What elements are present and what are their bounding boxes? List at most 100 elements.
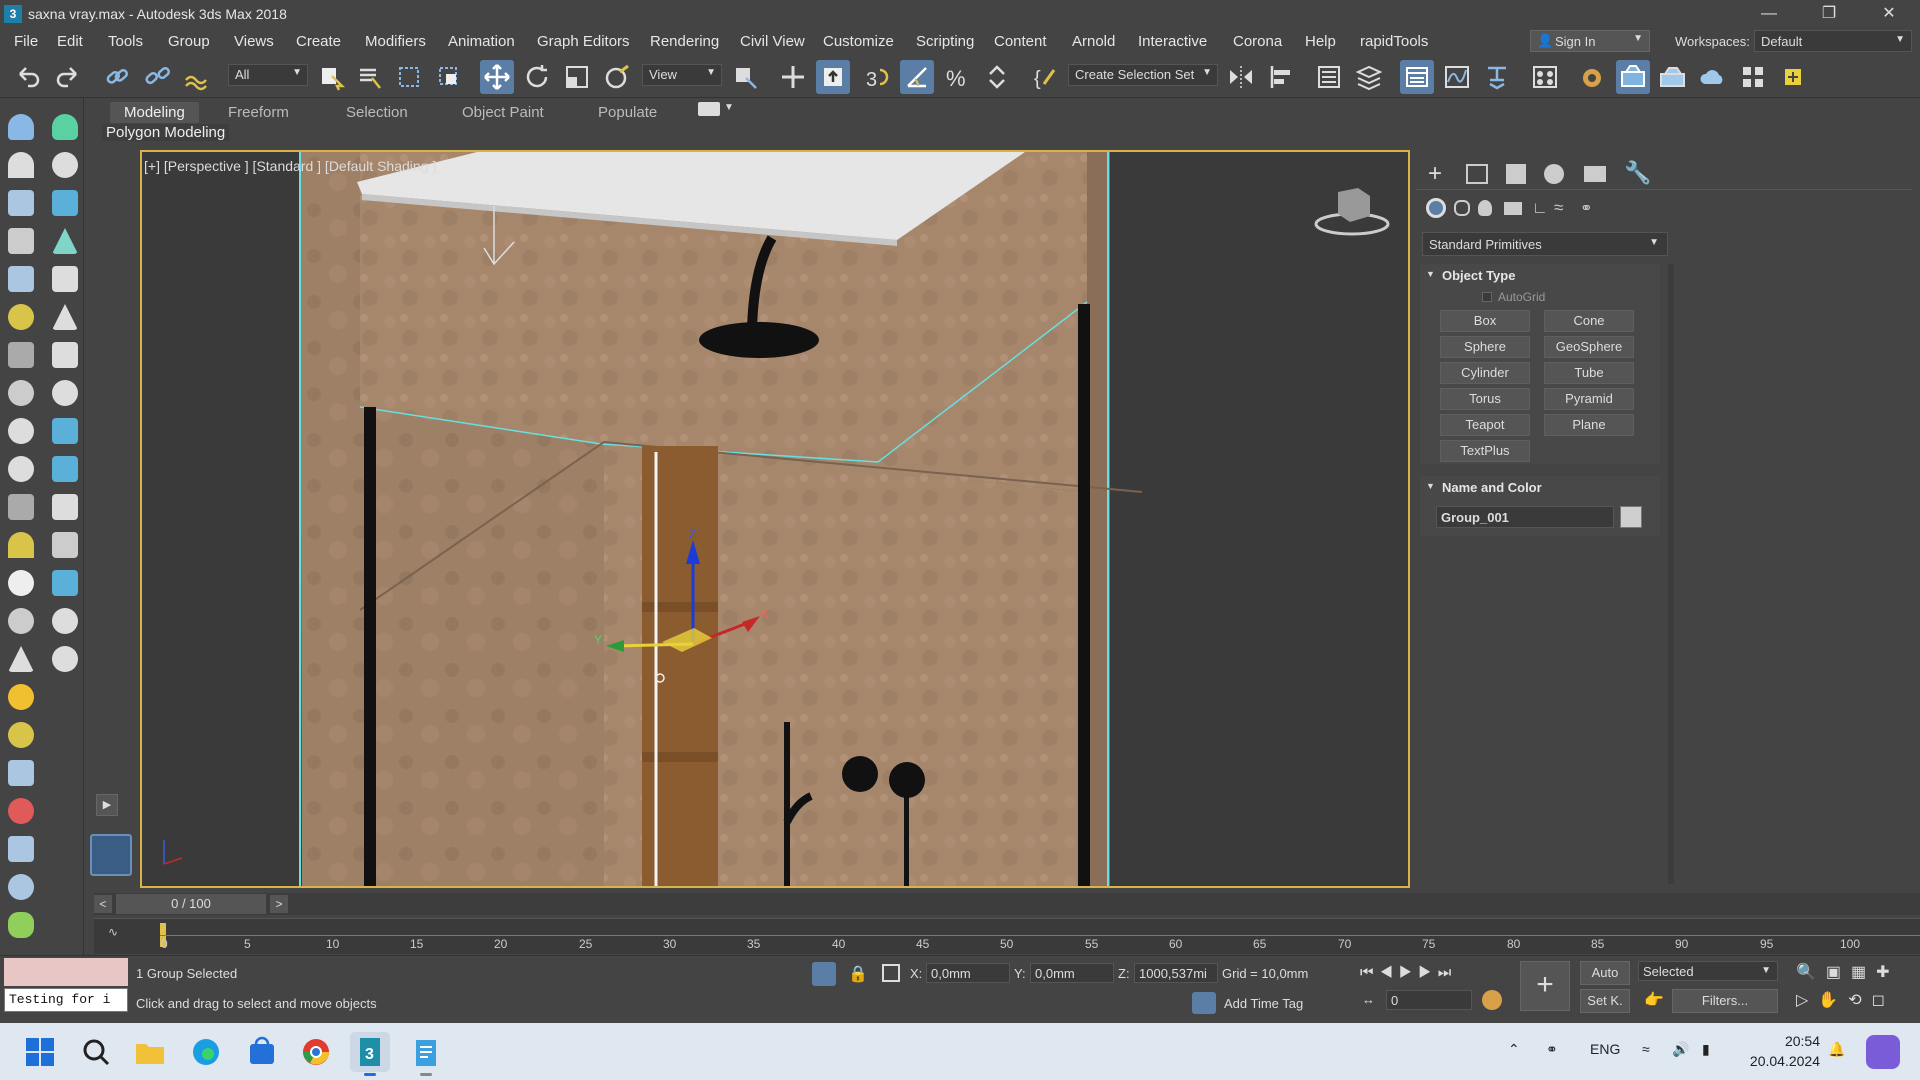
hair-icon[interactable]: [8, 760, 34, 786]
panel-scrollbar[interactable]: [1668, 264, 1674, 884]
mirror-icon[interactable]: [1224, 60, 1258, 94]
scene-explorer-icon[interactable]: [1312, 60, 1346, 94]
notepad-icon[interactable]: [406, 1032, 446, 1072]
render-setup-icon[interactable]: [1576, 60, 1610, 94]
camera-array-icon[interactable]: [52, 532, 78, 558]
spinner-snap-icon[interactable]: [980, 60, 1014, 94]
systems-icon[interactable]: ⚭: [1580, 199, 1593, 217]
rectangular-selection-icon[interactable]: [392, 60, 426, 94]
spacewarp-icon[interactable]: [8, 380, 34, 406]
ribbon-toggle-icon[interactable]: [1400, 60, 1434, 94]
menu-customize[interactable]: Customize: [823, 33, 894, 50]
zoom-all-icon[interactable]: ▣: [1826, 964, 1851, 981]
key-filter-dropdown[interactable]: Selected ▼: [1638, 961, 1778, 981]
filters-button[interactable]: Filters...: [1672, 989, 1778, 1013]
menu-file[interactable]: File: [14, 33, 38, 50]
lock-icon[interactable]: 🔒: [848, 964, 868, 984]
time-config-icon[interactable]: [1482, 990, 1502, 1010]
select-and-rotate-icon[interactable]: [520, 60, 554, 94]
plane-button[interactable]: Plane: [1544, 414, 1634, 436]
rotate-view-icon[interactable]: [52, 380, 78, 406]
menu-arnold[interactable]: Arnold: [1072, 33, 1115, 50]
torus-button[interactable]: Torus: [1440, 388, 1530, 410]
current-frame-field[interactable]: 0: [1386, 990, 1472, 1010]
pivot-center-icon[interactable]: [728, 60, 762, 94]
menu-help[interactable]: Help: [1305, 33, 1336, 50]
cylinder-button[interactable]: Cylinder: [1440, 362, 1530, 384]
bulb-icon[interactable]: [52, 646, 78, 672]
display-tab-icon[interactable]: [1584, 166, 1606, 182]
render-view-icon[interactable]: [52, 494, 78, 520]
cone-icon[interactable]: [52, 304, 78, 330]
key-mode-icon[interactable]: ↔: [1362, 992, 1375, 1007]
add-time-tag[interactable]: Add Time Tag: [1224, 996, 1303, 1011]
y-coordinate-field[interactable]: 0,0mm: [1030, 963, 1114, 983]
store-icon[interactable]: [242, 1032, 282, 1072]
menu-edit[interactable]: Edit: [57, 33, 83, 50]
reference-coord-dropdown[interactable]: View ▼: [642, 64, 722, 86]
menu-graph-editors[interactable]: Graph Editors: [537, 33, 630, 50]
name-and-color-title[interactable]: Name and Color: [1442, 480, 1542, 495]
shapes-icon[interactable]: [1454, 200, 1470, 216]
3ds-max-icon[interactable]: 3: [350, 1032, 390, 1072]
render-production-icon[interactable]: [1656, 60, 1690, 94]
restore-icon[interactable]: ❐: [1800, 0, 1858, 28]
tape-icon[interactable]: [52, 342, 78, 368]
selection-filter-dropdown[interactable]: All ▼: [228, 64, 308, 86]
select-by-name-icon[interactable]: [352, 60, 386, 94]
rendered-frame-window-icon[interactable]: [1616, 60, 1650, 94]
x-coordinate-field[interactable]: 0,0mm: [926, 963, 1010, 983]
place-icon[interactable]: [600, 60, 634, 94]
maxscript-listener-output[interactable]: [4, 958, 128, 986]
decal-icon[interactable]: [8, 798, 34, 824]
unlink-icon[interactable]: [140, 60, 174, 94]
redo-icon[interactable]: [52, 60, 86, 94]
language-indicator[interactable]: ENG: [1590, 1041, 1620, 1057]
clock-time[interactable]: 20:54: [1750, 1033, 1820, 1049]
pyramid-button[interactable]: Pyramid: [1544, 388, 1634, 410]
window-icon[interactable]: [8, 494, 34, 520]
menu-rapidtools[interactable]: rapidTools: [1360, 33, 1428, 50]
ribbon-tab-modeling[interactable]: Modeling: [110, 102, 199, 123]
frame-display[interactable]: 0 / 100: [116, 894, 266, 914]
tube-button[interactable]: Tube: [1544, 362, 1634, 384]
play-icon[interactable]: ▶: [1399, 964, 1418, 981]
set-key-button[interactable]: Set K.: [1580, 989, 1630, 1013]
select-and-move-icon[interactable]: [480, 60, 514, 94]
window-crossing-icon[interactable]: [432, 60, 466, 94]
geosphere-button[interactable]: GeoSphere: [1544, 336, 1634, 358]
edge-icon[interactable]: [186, 1032, 226, 1072]
proxy-icon[interactable]: [8, 836, 34, 862]
copilot-icon[interactable]: [1866, 1035, 1900, 1069]
teapot-button[interactable]: Teapot: [1440, 414, 1530, 436]
object-name-field[interactable]: Group_001: [1436, 506, 1614, 528]
align-icon[interactable]: [1264, 60, 1298, 94]
notifications-icon[interactable]: 🔔: [1828, 1041, 1845, 1058]
motion-tab-icon[interactable]: [1544, 164, 1564, 184]
object-type-title[interactable]: Object Type: [1442, 268, 1515, 283]
zoom-extents-all-icon[interactable]: ✚: [1876, 964, 1899, 981]
viewport-layout-icon[interactable]: [90, 834, 132, 876]
network-offline-icon[interactable]: ⚭: [1546, 1041, 1558, 1058]
settings-icon[interactable]: [8, 874, 34, 900]
ribbon-options-icon[interactable]: [698, 102, 720, 116]
layer-explorer-icon[interactable]: [1352, 60, 1386, 94]
ribbon-panel-polygon-modeling[interactable]: Polygon Modeling: [102, 124, 230, 141]
pot-icon[interactable]: [8, 608, 34, 634]
maxscript-input[interactable]: Testing for i: [4, 988, 128, 1012]
manipulate-icon[interactable]: [776, 60, 810, 94]
frame-icon[interactable]: [52, 570, 78, 596]
helper-icon[interactable]: [8, 342, 34, 368]
sign-in-dropdown[interactable]: 👤 Sign In ▼: [1530, 30, 1650, 52]
sticky-note-icon[interactable]: [1776, 60, 1810, 94]
minimize-icon[interactable]: —: [1740, 0, 1798, 28]
scene-icon[interactable]: [52, 418, 78, 444]
keyboard-shortcut-toggle-icon[interactable]: [816, 60, 850, 94]
workspace-select[interactable]: Default ▼: [1754, 30, 1912, 52]
curve-editor-mini-icon[interactable]: ∿: [108, 925, 118, 939]
material-sphere-icon[interactable]: [8, 304, 34, 330]
file-explorer-icon[interactable]: [130, 1032, 170, 1072]
close-icon[interactable]: ✕: [1860, 0, 1918, 28]
create-tab-icon[interactable]: +: [1428, 160, 1442, 188]
autogrid-checkbox[interactable]: [1482, 292, 1492, 302]
